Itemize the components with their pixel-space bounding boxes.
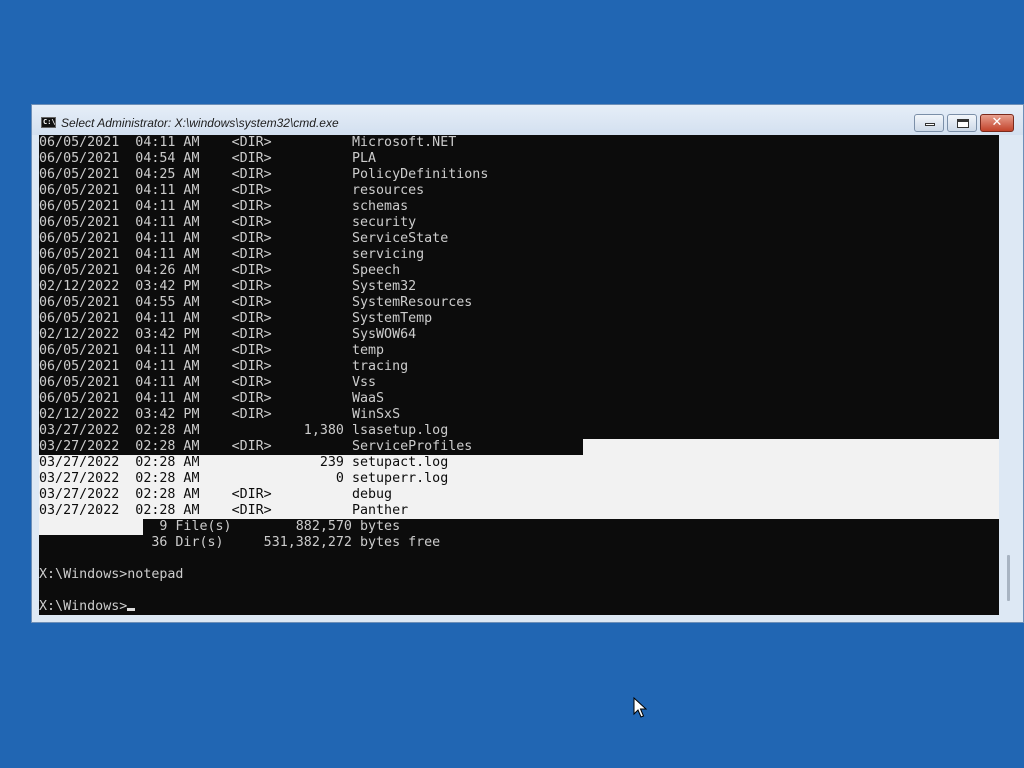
console-line: 03/27/2022 02:28 AM <DIR> debug — [39, 487, 393, 502]
console-line: 02/12/2022 03:42 PM <DIR> SysWOW64 — [39, 327, 417, 342]
close-button[interactable]: ✕ — [980, 114, 1014, 132]
text-cursor — [127, 608, 136, 611]
console-line: 06/05/2021 04:55 AM <DIR> SystemResource… — [39, 295, 473, 310]
scrollbar-thumb[interactable] — [1007, 555, 1010, 601]
console-line: 06/05/2021 04:25 AM <DIR> PolicyDefiniti… — [39, 167, 489, 182]
console-line: 03/27/2022 02:28 AM 0 setuperr.log — [39, 471, 449, 486]
console-line: 03/27/2022 02:28 AM <DIR> ServiceProfile… — [39, 439, 473, 454]
console-line: 03/27/2022 02:28 AM 239 setupact.log — [39, 455, 449, 470]
maximize-button[interactable] — [947, 114, 977, 132]
maximize-icon — [957, 119, 969, 128]
cmd-icon[interactable]: C:\ — [41, 117, 56, 128]
console-line: 06/05/2021 04:11 AM <DIR> resources — [39, 183, 425, 198]
console-line: 06/05/2021 04:11 AM <DIR> WaaS — [39, 391, 385, 406]
console-line: 02/12/2022 03:42 PM <DIR> System32 — [39, 279, 417, 294]
console-line: X:\Windows> — [39, 599, 488, 615]
console-lines: 06/05/2021 04:11 AM <DIR> Microsoft.NET 0… — [39, 135, 488, 615]
console-line: 02/12/2022 03:42 PM <DIR> WinSxS — [39, 407, 401, 422]
cmd-window[interactable]: C:\ Select Administrator: X:\windows\sys… — [31, 104, 1024, 623]
vertical-scrollbar[interactable] — [1001, 135, 1015, 615]
console-line: 36 Dir(s) 531,382,272 bytes free — [39, 535, 441, 550]
console-line: 06/05/2021 04:26 AM <DIR> Speech — [39, 263, 401, 278]
window-title: Select Administrator: X:\windows\system3… — [61, 116, 339, 130]
console-line: 03/27/2022 02:28 AM <DIR> Panther — [39, 503, 409, 518]
console-line: 06/05/2021 04:11 AM <DIR> servicing — [39, 247, 425, 262]
close-icon: ✕ — [991, 115, 1003, 130]
title-bar[interactable]: C:\ Select Administrator: X:\windows\sys… — [32, 105, 1023, 135]
console-line: 06/05/2021 04:11 AM <DIR> temp — [39, 343, 385, 358]
console-line: 03/27/2022 02:28 AM 1,380 lsasetup.log — [39, 423, 449, 438]
console-line: 06/05/2021 04:11 AM <DIR> security — [39, 215, 417, 230]
minimize-button[interactable] — [914, 114, 944, 132]
console-line: 9 File(s) 882,570 bytes — [39, 519, 401, 534]
console-line: 06/05/2021 04:11 AM <DIR> Microsoft.NET — [39, 135, 457, 150]
console-line: 06/05/2021 04:11 AM <DIR> Vss — [39, 375, 377, 390]
console-line: 06/05/2021 04:11 AM <DIR> ServiceState — [39, 231, 449, 246]
console-line: 06/05/2021 04:11 AM <DIR> tracing — [39, 359, 409, 374]
mouse-pointer-icon — [633, 697, 647, 718]
console-line: 06/05/2021 04:54 AM <DIR> PLA — [39, 151, 377, 166]
minimize-icon — [925, 123, 935, 126]
console-output[interactable]: 06/05/2021 04:11 AM <DIR> Microsoft.NET 0… — [39, 135, 999, 615]
console-line: X:\Windows>notepad — [39, 567, 184, 582]
console-line: 06/05/2021 04:11 AM <DIR> SystemTemp — [39, 311, 433, 326]
console-line: 06/05/2021 04:11 AM <DIR> schemas — [39, 199, 409, 214]
